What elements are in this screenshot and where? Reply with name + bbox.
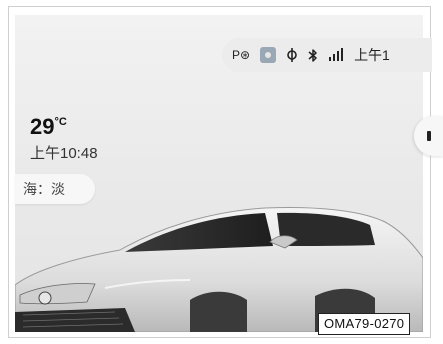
figure-code-label: OMA79-0270: [318, 313, 411, 335]
temperature-unit: °C: [54, 116, 67, 128]
status-time: 上午1: [354, 47, 390, 63]
wireless-charging-icon: [286, 47, 298, 63]
temperature: 29°C: [30, 116, 98, 138]
status-bar: P⊛ 上午1: [222, 38, 432, 72]
weather-widget[interactable]: 29°C 上午10:48: [30, 116, 98, 163]
bluetooth-icon: [308, 48, 318, 63]
signal-icon: [328, 48, 344, 62]
air-quality-label: 海：淡: [23, 181, 65, 197]
clock-time: 上午10:48: [30, 145, 98, 162]
camera-icon[interactable]: [260, 47, 277, 63]
temperature-value: 29: [30, 114, 55, 139]
park-brake-icon: P⊛: [232, 48, 251, 62]
